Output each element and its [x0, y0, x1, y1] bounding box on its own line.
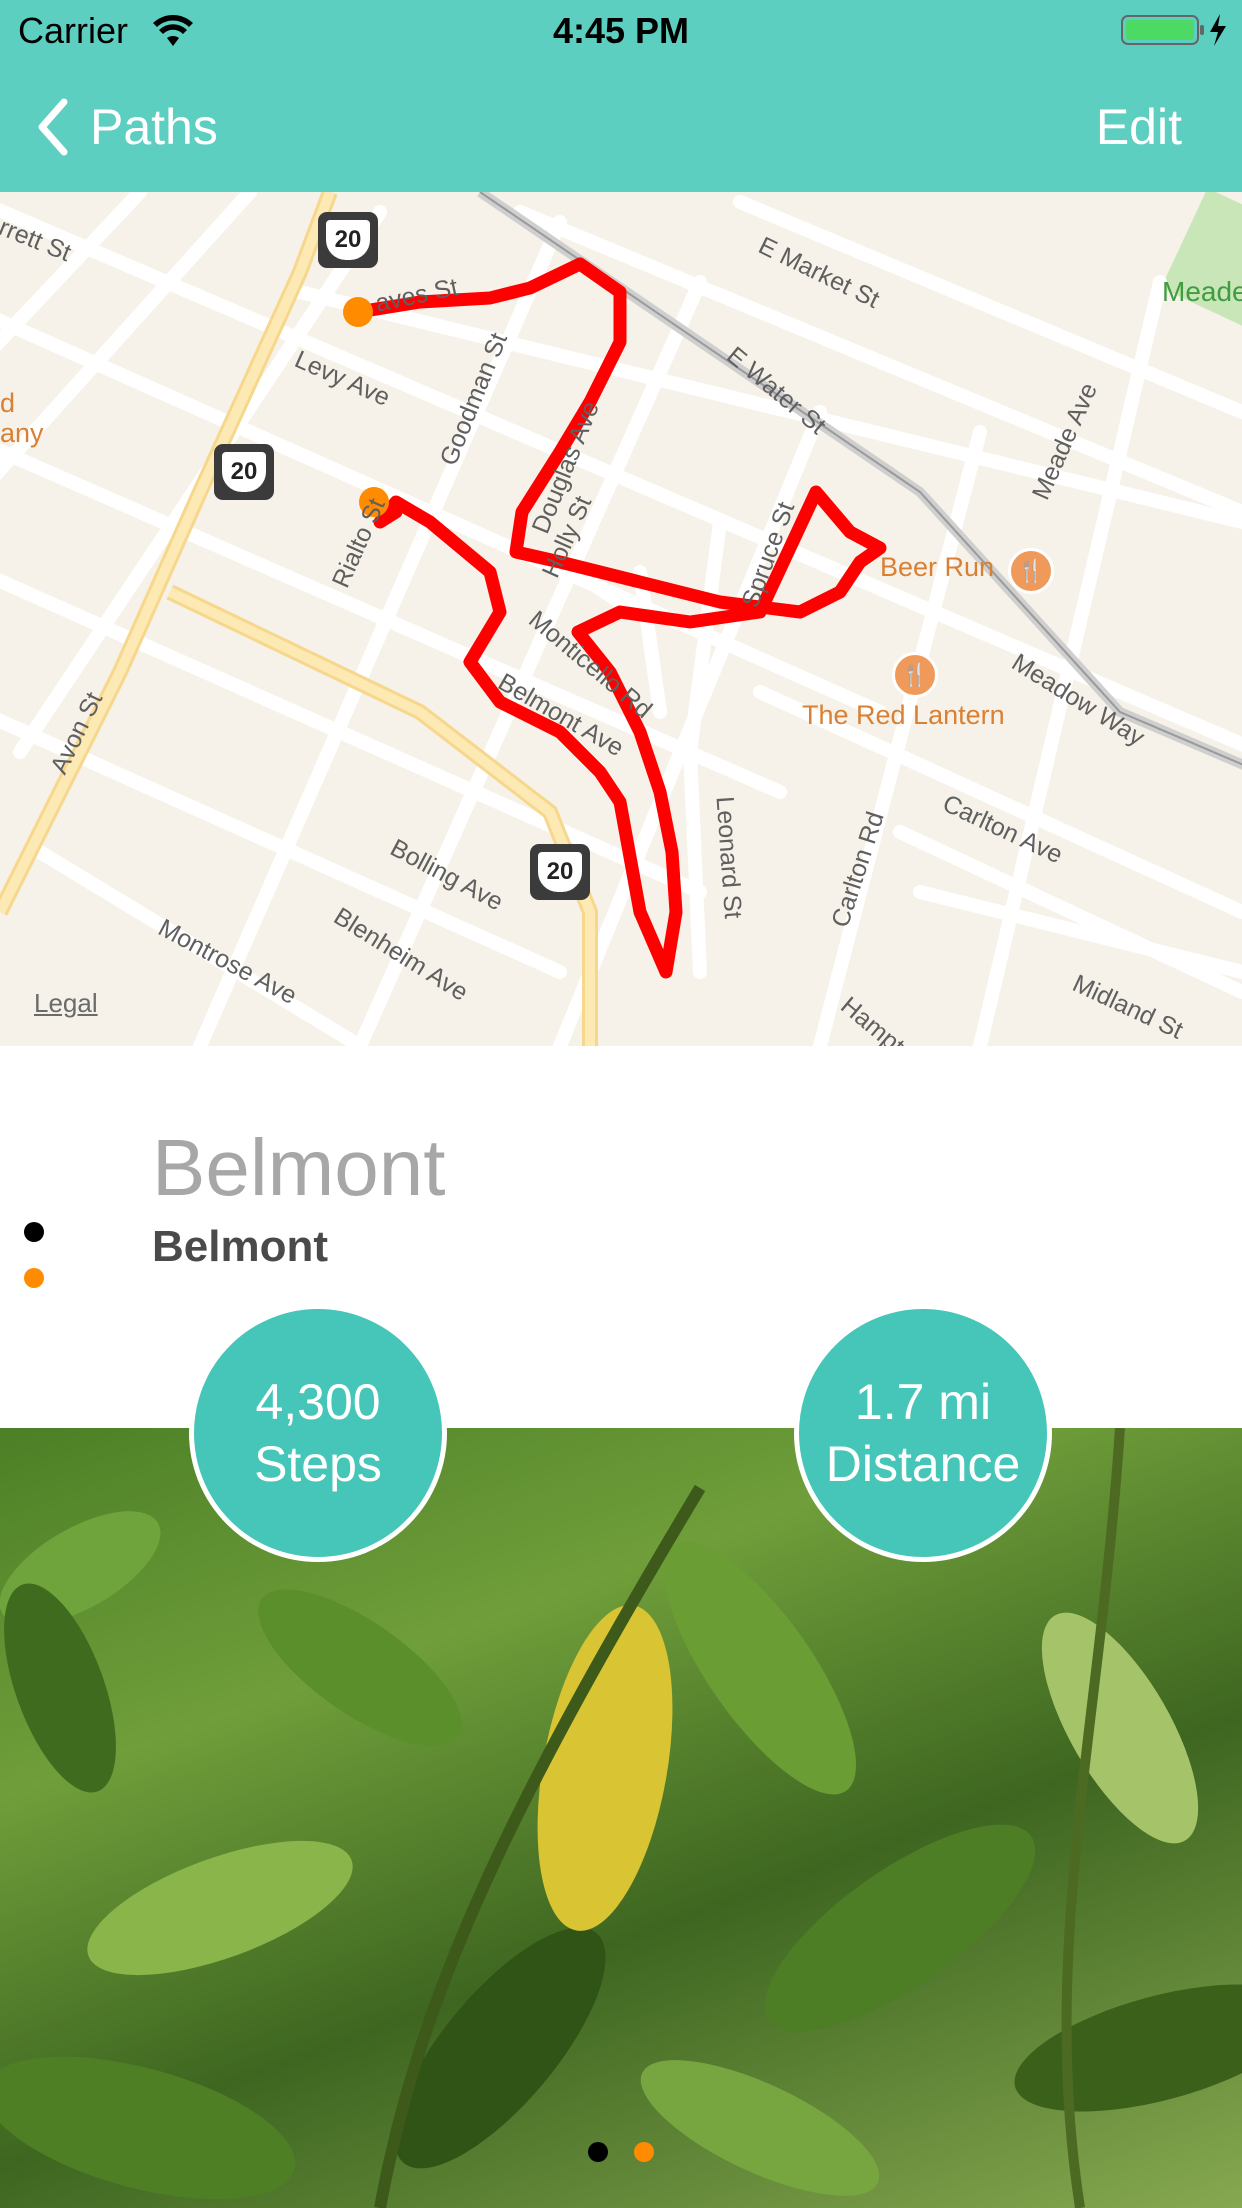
restaurant-icon[interactable]: 🍴	[892, 652, 938, 698]
edit-button[interactable]: Edit	[1096, 98, 1182, 156]
legal-link[interactable]: Legal	[34, 988, 98, 1019]
highway-number: 20	[538, 852, 582, 892]
highway-number: 20	[222, 452, 266, 492]
legend-dot-end	[24, 1268, 44, 1288]
page-indicator-dot-2[interactable]	[634, 2142, 654, 2162]
steps-value: 4,300	[255, 1374, 381, 1430]
distance-value: 1.7 mi	[854, 1374, 992, 1430]
status-time: 4:45 PM	[552, 10, 690, 51]
steps-stat: 4,300 Steps	[189, 1304, 447, 1562]
poi-label-partial: any	[0, 418, 44, 448]
battery-icon	[1121, 14, 1226, 46]
path-title: Belmont	[152, 1123, 446, 1212]
distance-stat: 1.7 mi Distance	[794, 1304, 1052, 1562]
legend-dot-start	[24, 1222, 44, 1242]
chevron-left-icon	[38, 98, 68, 156]
route-start-marker[interactable]	[343, 297, 373, 327]
path-subtitle: Belmont	[152, 1222, 328, 1271]
back-label: Paths	[90, 99, 218, 155]
leaves-image	[0, 1428, 1242, 2208]
highway-shield: 20	[530, 844, 590, 900]
back-button[interactable]: Paths	[34, 92, 218, 162]
highway-shield: 20	[214, 444, 274, 500]
poi-label[interactable]: The Red Lantern	[802, 700, 1005, 731]
highway-number: 20	[326, 220, 370, 260]
park-label: Meade	[1162, 276, 1242, 307]
distance-label: Distance	[825, 1436, 1021, 1492]
poi-label-partial: d	[0, 388, 16, 418]
restaurant-icon[interactable]: 🍴	[1008, 548, 1054, 594]
highway-shield: 20	[318, 212, 378, 268]
poi-label[interactable]: Beer Run	[880, 552, 994, 583]
navigation-bar: Carrier 4:45 PM Paths Edit	[0, 0, 1242, 192]
path-photo[interactable]	[0, 1428, 1242, 2208]
map-roads	[0, 192, 1242, 1046]
steps-label: Steps	[254, 1436, 382, 1492]
page-indicator-dot-1[interactable]	[588, 2142, 608, 2162]
route-map[interactable]: 20 20 20 rrett St E Market St E Water St…	[0, 192, 1242, 1046]
